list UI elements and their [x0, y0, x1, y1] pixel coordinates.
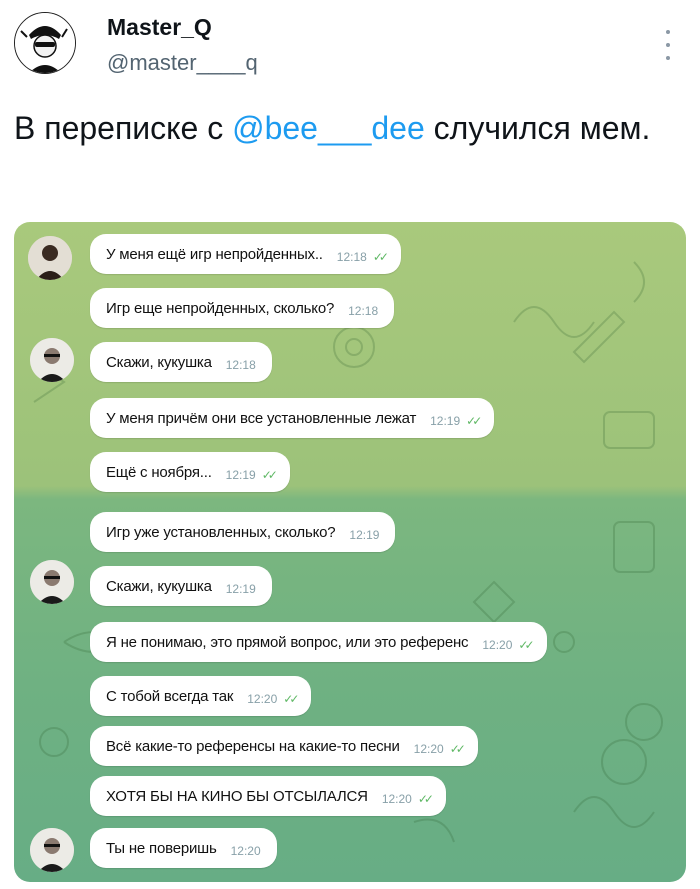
message-bubble[interactable]: Игр уже установленных, сколько? 12:19 — [90, 512, 396, 552]
message-time: 12:19 — [349, 528, 380, 542]
message-text: Игр уже установленных, сколько? — [106, 523, 336, 541]
read-ticks-icon: ✓✓ — [466, 414, 482, 428]
chat-screenshot: У меня ещё игр непройденных.. 12:18 ✓✓ И… — [14, 222, 686, 882]
post-text-after: случился мем. — [424, 110, 651, 146]
message-bubble[interactable]: Всё какие-то референсы на какие-то песни… — [90, 726, 478, 766]
author-avatar[interactable] — [14, 12, 76, 74]
message-text: С тобой всегда так — [106, 687, 234, 705]
contact-avatar[interactable] — [30, 338, 74, 382]
message-text: Всё какие-то референсы на какие-то песни — [106, 737, 400, 755]
message-bubble[interactable]: У меня ещё игр непройденных.. 12:18 ✓✓ — [90, 234, 401, 274]
more-dot — [666, 56, 670, 60]
message-time: 12:20 — [413, 742, 444, 756]
author-name[interactable]: Master_Q — [107, 14, 212, 41]
message-bubble[interactable]: Игр еще непройденных, сколько? 12:18 — [90, 288, 395, 328]
contact-avatar[interactable] — [28, 236, 72, 280]
read-ticks-icon: ✓✓ — [518, 638, 534, 652]
contact-avatar[interactable] — [30, 828, 74, 872]
message-time: 12:20 — [247, 692, 278, 706]
post-text-before: В переписке с — [14, 110, 233, 146]
message-text: Ещё с ноября... — [106, 463, 212, 481]
message-text: Скажи, кукушка — [106, 353, 212, 371]
message-text: Игр еще непройденных, сколько? — [106, 299, 335, 317]
message-time: 12:20 — [482, 638, 513, 652]
more-dot — [666, 30, 670, 34]
more-dot — [666, 43, 670, 47]
message-bubble[interactable]: Скажи, кукушка 12:19 — [90, 566, 272, 606]
post-text: В переписке с @bee___dee случился мем. — [14, 106, 674, 150]
author-handle[interactable]: @master____q — [107, 50, 258, 76]
read-ticks-icon: ✓✓ — [261, 468, 278, 482]
message-time: 12:19 — [430, 414, 461, 428]
message-time: 12:20 — [381, 792, 412, 806]
message-text: ХОТЯ БЫ НА КИНО БЫ ОТСЫЛАЛСЯ — [106, 787, 368, 805]
message-bubble[interactable]: С тобой всегда так 12:20 ✓✓ — [90, 676, 312, 716]
message-bubble[interactable]: Ты не поверишь 12:20 — [90, 828, 277, 868]
message-text: Скажи, кукушка — [106, 577, 212, 595]
message-bubble[interactable]: У меня причём они все установленные лежа… — [90, 398, 495, 438]
message-time: 12:19 — [225, 582, 256, 596]
message-time: 12:18 — [336, 250, 367, 264]
message-bubble[interactable]: Скажи, кукушка 12:18 — [90, 342, 272, 382]
message-text: У меня причём они все установленные лежа… — [106, 409, 417, 427]
message-bubble[interactable]: ХОТЯ БЫ НА КИНО БЫ ОТСЫЛАЛСЯ 12:20 ✓✓ — [90, 776, 446, 816]
message-text: У меня ещё игр непройденных.. — [106, 245, 323, 263]
message-bubble[interactable]: Я не понимаю, это прямой вопрос, или это… — [90, 622, 547, 662]
message-bubble[interactable]: Ещё с ноября... 12:19 ✓✓ — [90, 452, 290, 492]
message-text: Я не понимаю, это прямой вопрос, или это… — [106, 633, 469, 651]
read-ticks-icon: ✓✓ — [372, 250, 389, 264]
message-time: 12:18 — [225, 358, 256, 372]
read-ticks-icon: ✓✓ — [449, 742, 466, 756]
read-ticks-icon: ✓✓ — [283, 692, 299, 706]
message-text: Ты не поверишь — [106, 839, 217, 857]
message-time: 12:19 — [225, 468, 256, 482]
more-options-icon[interactable] — [660, 30, 676, 60]
mention-link[interactable]: @bee___dee — [232, 110, 425, 146]
contact-avatar[interactable] — [30, 560, 74, 604]
message-time: 12:18 — [348, 304, 379, 318]
read-ticks-icon: ✓✓ — [417, 792, 434, 806]
message-time: 12:20 — [230, 844, 261, 858]
